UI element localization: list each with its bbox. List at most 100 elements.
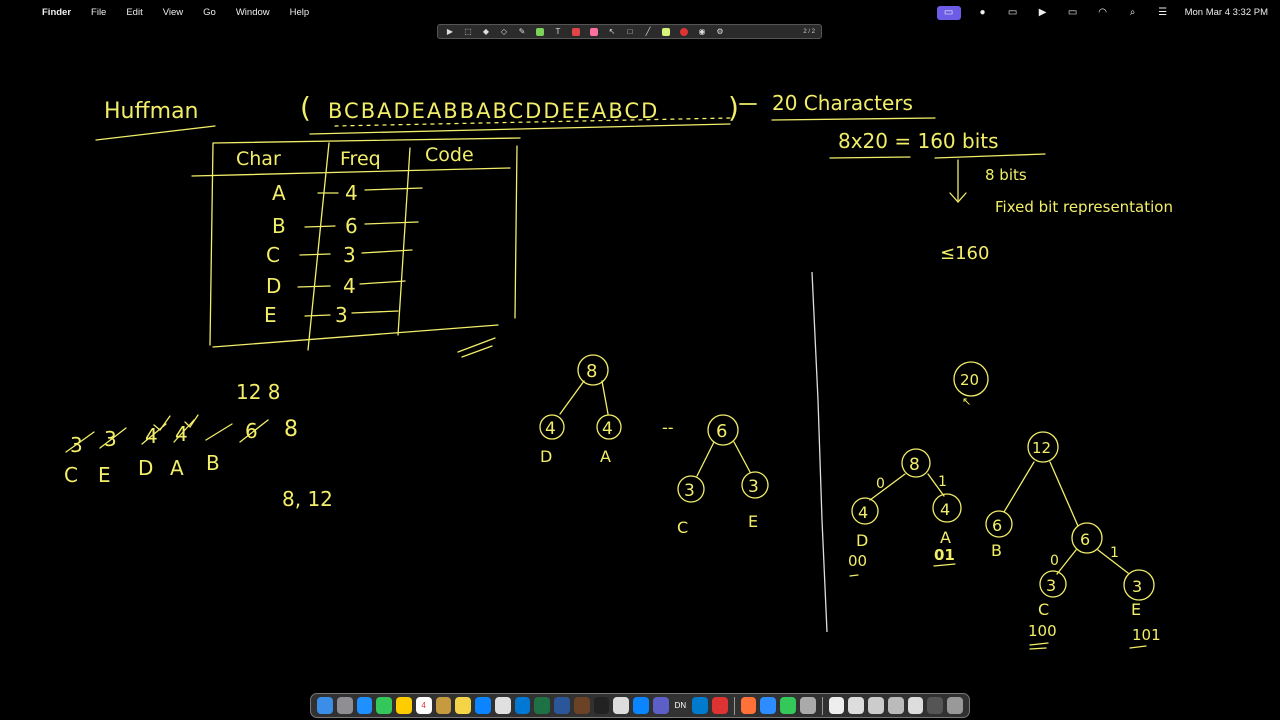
doc4-icon[interactable] (887, 697, 904, 714)
bluetooth-icon[interactable] (633, 697, 649, 714)
doc3-icon[interactable] (868, 697, 884, 714)
menu-view[interactable]: View (163, 7, 183, 18)
dock-separator (821, 696, 823, 715)
record-icon[interactable] (678, 27, 690, 37)
table-header-char: Char (236, 148, 281, 170)
queue-char-a: A (170, 456, 184, 480)
vscode-icon[interactable] (692, 697, 708, 714)
subtree-6-right-label: E (748, 512, 758, 531)
queue-bottom: 8, 12 (282, 487, 333, 511)
pointer-icon[interactable]: ▶ (444, 27, 456, 37)
doc1-icon[interactable] (828, 697, 845, 714)
text-icon[interactable]: T (552, 27, 564, 37)
select-icon[interactable]: ⬚ (462, 27, 474, 37)
final-code-d: 00 (848, 552, 867, 570)
chrome-icon[interactable] (494, 697, 511, 714)
camera-icon[interactable]: ◉ (696, 27, 708, 37)
launchpad-icon[interactable] (336, 697, 353, 714)
chrome2-icon[interactable] (613, 697, 629, 714)
files-icon[interactable] (435, 697, 452, 714)
queue-char-d: D (138, 456, 153, 480)
finder-icon[interactable] (317, 697, 333, 714)
doc2-icon[interactable] (848, 697, 865, 714)
teams-icon[interactable] (652, 697, 669, 714)
games-icon[interactable] (573, 697, 590, 714)
menu-edit[interactable]: Edit (126, 7, 142, 18)
subtree-8: 8 4 4 D A (539, 354, 622, 466)
table-header-code: Code (425, 144, 474, 166)
play-icon[interactable]: ▶ (1035, 7, 1051, 19)
acrobat-icon[interactable] (712, 697, 728, 714)
shape-icon[interactable]: ◇ (498, 27, 510, 37)
subtree-8-left-value: 4 (545, 419, 556, 439)
messages-icon[interactable] (376, 697, 392, 714)
subtree-8-right-value: 4 (602, 419, 613, 439)
cursor-icon[interactable]: ↖ (606, 27, 618, 37)
paren-close: ) (728, 91, 739, 124)
final-code-underlines-2 (1029, 642, 1147, 650)
menu-finder[interactable]: Finder (42, 7, 71, 18)
color-icon[interactable] (570, 27, 582, 37)
calendar-icon[interactable]: 4 (415, 697, 432, 714)
firefox-icon[interactable] (740, 697, 757, 714)
menu-file[interactable]: File (91, 7, 106, 18)
final-label-b: B (991, 541, 1002, 560)
outlook-icon[interactable] (514, 697, 531, 714)
search-icon[interactable]: ⌕ (1125, 7, 1141, 19)
zoom-icon[interactable] (760, 697, 777, 714)
dock: 4 DN (310, 693, 970, 718)
menu-window[interactable]: Window (236, 7, 270, 18)
row-char-c: C (266, 243, 280, 267)
safari-icon[interactable] (356, 697, 373, 714)
less-than-note: ≤160 (940, 243, 989, 264)
row-freq-d: 4 (343, 274, 356, 298)
line-icon[interactable]: ╱ (642, 27, 654, 37)
appstore-icon[interactable] (475, 697, 491, 714)
final-node-3c-value: 3 (1046, 576, 1056, 595)
subtree-6-edges (696, 441, 751, 477)
bits-note: 8 bits (985, 166, 1027, 184)
final-label-c: C (1038, 600, 1049, 619)
final-node-3e-value: 3 (1132, 577, 1142, 596)
menu-go[interactable]: Go (203, 7, 216, 18)
settings-icon[interactable]: ⚙ (714, 27, 726, 37)
row-freq-a: 4 (345, 181, 358, 205)
dn-icon[interactable]: DN (672, 697, 689, 714)
trash-icon[interactable] (947, 697, 963, 714)
page-indicator: 2 / 2 (803, 28, 815, 35)
notes-icon[interactable] (455, 697, 471, 714)
battery-icon[interactable]: ▭ (1065, 7, 1081, 19)
excel-icon[interactable] (534, 697, 550, 714)
wifi-icon[interactable]: ◠ (1095, 7, 1111, 19)
subtree-6-left-value: 3 (684, 481, 695, 501)
rectangle-icon[interactable]: □ (624, 27, 636, 37)
doc5-icon[interactable] (907, 697, 924, 714)
queue-char-c: C (64, 463, 78, 487)
preview-icon[interactable] (799, 697, 816, 714)
word-icon[interactable] (554, 697, 570, 714)
final-node-4a-value: 4 (940, 500, 950, 519)
paren-open: ( (300, 91, 311, 124)
row-char-d: D (266, 274, 281, 298)
marker-icon[interactable] (588, 27, 600, 37)
terminal-icon[interactable] (593, 697, 610, 714)
final-node-6-value: 6 (1080, 530, 1090, 549)
photos-icon[interactable] (396, 697, 412, 714)
highlighter-icon[interactable] (534, 27, 546, 37)
menu-clock[interactable]: Mon Mar 4 3:32 PM (1185, 7, 1268, 18)
queue-value-5: 6 (245, 419, 258, 443)
menu-help[interactable]: Help (290, 7, 310, 18)
fill-icon[interactable] (660, 27, 672, 37)
pen-icon[interactable]: ✎ (516, 27, 528, 37)
doc6-icon[interactable] (927, 697, 944, 714)
queue-strikes (65, 414, 269, 453)
record-icon[interactable]: ● (975, 7, 991, 19)
eraser-icon[interactable]: ◆ (480, 27, 492, 37)
final-label-d: D (856, 531, 868, 550)
whiteboard-canvas[interactable]: Huffman ( BCBADEABBABCDDEEABCD ) 20 Char… (0, 40, 1280, 690)
display-icon[interactable]: ▭ (1005, 7, 1021, 19)
screen-share-icon[interactable]: ▭ (936, 5, 961, 20)
subtree-prefix: -- (662, 418, 674, 437)
facetime-icon[interactable] (780, 697, 796, 714)
control-center-icon[interactable]: ☰ (1155, 7, 1171, 19)
